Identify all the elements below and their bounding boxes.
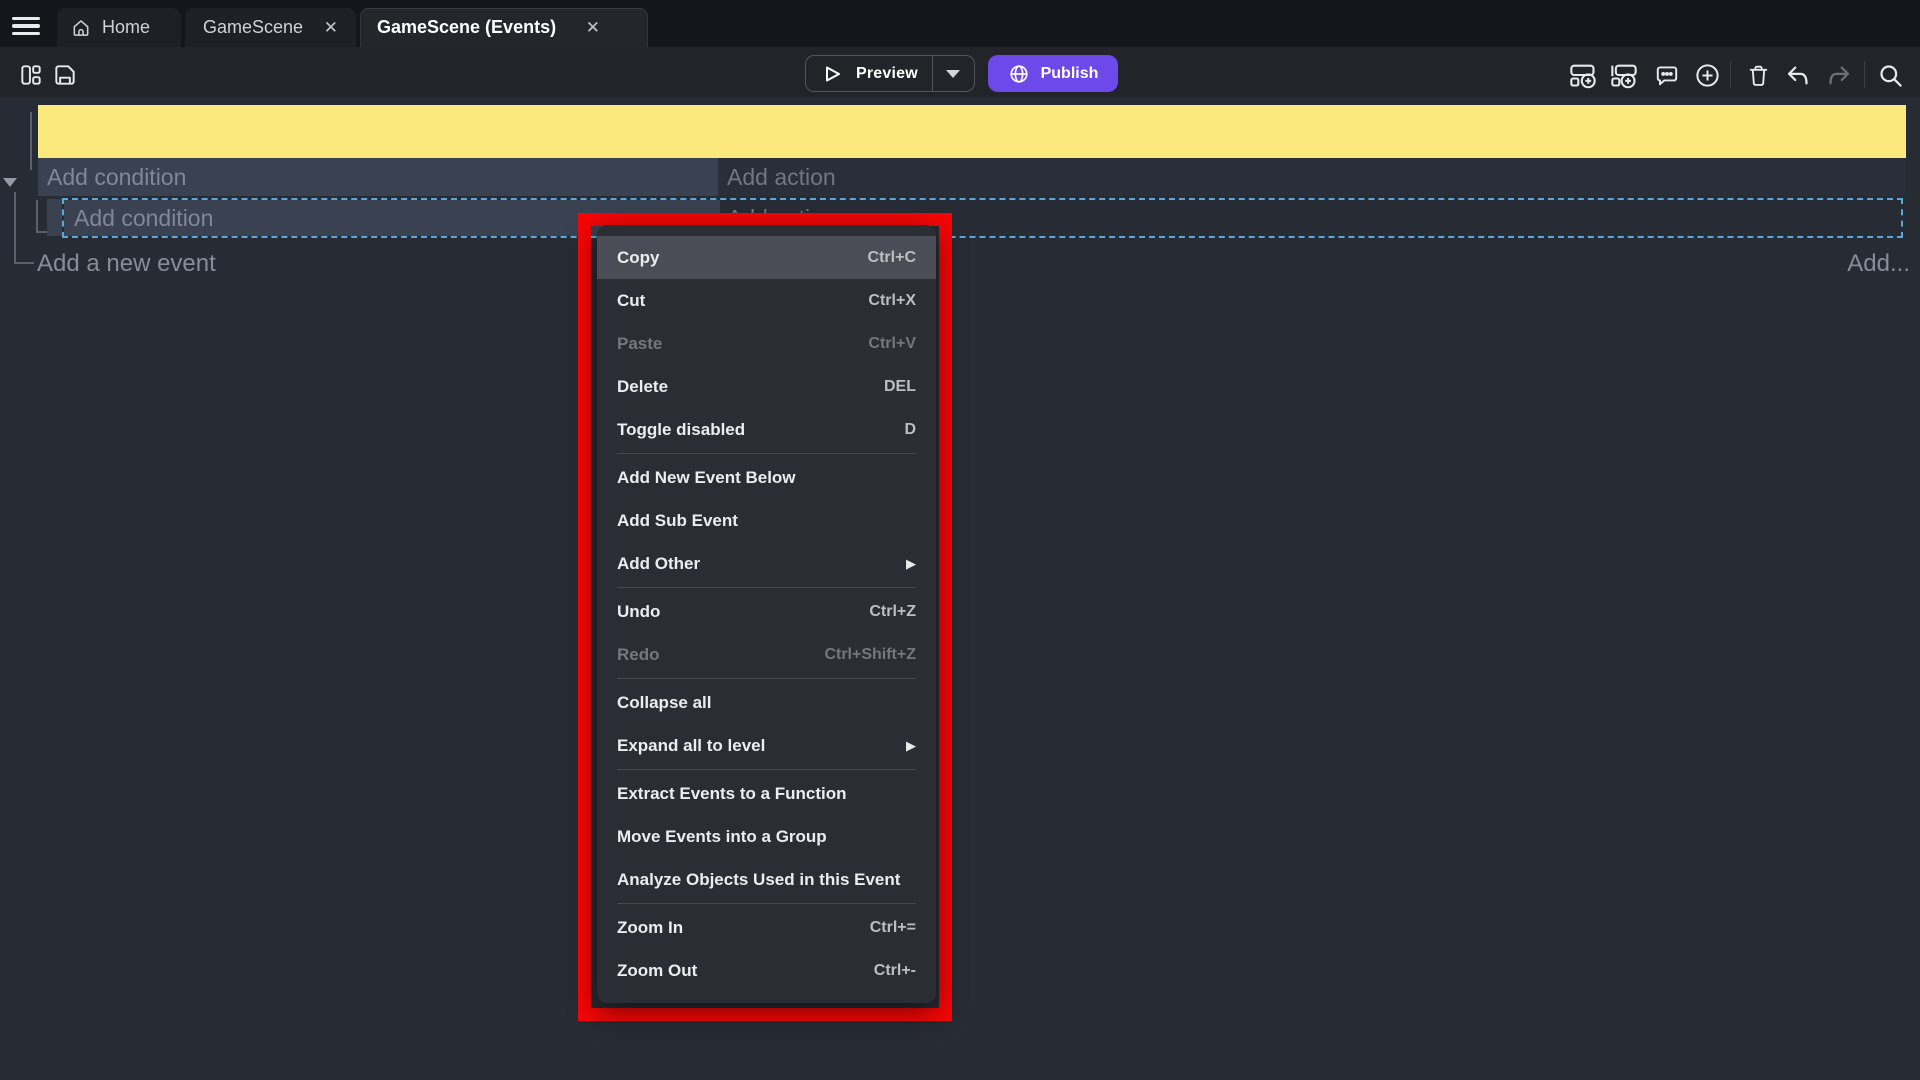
menu-item-shortcut: Ctrl+V: [868, 335, 916, 353]
play-icon: [820, 62, 844, 86]
menu-item-cut[interactable]: Cut Ctrl+X: [597, 279, 936, 322]
add-event-icon[interactable]: [1568, 60, 1598, 90]
add-condition-label: Add condition: [47, 164, 186, 191]
menu-item-shortcut: Ctrl+=: [870, 919, 916, 937]
tab-home[interactable]: Home: [57, 8, 181, 47]
tab-label: GameScene: [203, 17, 303, 38]
menu-separator: [617, 903, 916, 904]
layout-panel-icon[interactable]: [16, 60, 46, 90]
menu-separator: [617, 453, 916, 454]
event-tree-line: [14, 262, 34, 264]
tab-label: Home: [102, 17, 150, 38]
menu-item-shortcut: Ctrl+Z: [869, 603, 916, 621]
save-icon[interactable]: [50, 60, 80, 90]
menu-item-paste[interactable]: Paste Ctrl+V: [597, 322, 936, 365]
menu-separator: [617, 678, 916, 679]
preview-dropdown[interactable]: [932, 56, 974, 91]
menu-item-undo[interactable]: Undo Ctrl+Z: [597, 590, 936, 633]
add-circle-icon[interactable]: [1692, 60, 1722, 90]
menu-item-copy[interactable]: Copy Ctrl+C: [597, 236, 936, 279]
main-menu-icon[interactable]: [12, 12, 40, 36]
menu-item-add-new-event-below[interactable]: Add New Event Below: [597, 456, 936, 499]
chevron-down-icon: [946, 70, 960, 78]
preview-button[interactable]: Preview: [805, 55, 975, 92]
menu-item-zoom-out[interactable]: Zoom Out Ctrl+-: [597, 949, 936, 992]
context-menu: Copy Ctrl+C Cut Ctrl+X Paste Ctrl+V Delete DEL T…: [597, 225, 936, 1003]
add-action-label: Add action: [727, 164, 836, 191]
add-condition-link[interactable]: Add condition: [38, 158, 718, 196]
menu-item-zoom-in[interactable]: Zoom In Ctrl+=: [597, 906, 936, 949]
menu-item-label: Extract Events to a Function: [617, 784, 847, 804]
tab-bar: Home GameScene ✕ GameScene (Events) ✕: [0, 0, 1920, 47]
menu-item-label: Redo: [617, 645, 660, 665]
menu-item-expand-all-to-level[interactable]: Expand all to level ▶: [597, 724, 936, 767]
submenu-arrow-icon: ▶: [906, 556, 916, 572]
publish-button[interactable]: Publish: [988, 55, 1118, 92]
menu-item-label: Delete: [617, 377, 668, 397]
menu-item-redo[interactable]: Redo Ctrl+Shift+Z: [597, 633, 936, 676]
event-tree-line: [14, 192, 16, 264]
selected-sub-event-row[interactable]: Add condition Add action: [62, 198, 1903, 238]
menu-item-analyze-objects-used-in-this-event[interactable]: Analyze Objects Used in this Event: [597, 858, 936, 901]
comment-icon[interactable]: [1652, 60, 1682, 90]
collapse-event-icon[interactable]: [3, 178, 17, 187]
home-icon: [71, 18, 91, 38]
add-condition-label: Add condition: [74, 205, 213, 232]
menu-item-label: Zoom Out: [617, 961, 697, 981]
event-tree-line: [36, 200, 38, 233]
menu-item-shortcut: Ctrl+-: [874, 962, 916, 980]
menu-item-shortcut: D: [904, 421, 916, 439]
toolbar-divider: [1730, 61, 1731, 88]
menu-item-label: Collapse all: [617, 693, 711, 713]
publish-label: Publish: [1041, 65, 1099, 83]
menu-item-label: Toggle disabled: [617, 420, 745, 440]
search-icon[interactable]: [1875, 60, 1905, 90]
menu-item-move-events-into-a-group[interactable]: Move Events into a Group: [597, 815, 936, 858]
add-new-event-link[interactable]: Add a new event: [37, 250, 216, 278]
menu-item-shortcut: Ctrl+X: [868, 292, 916, 310]
menu-item-delete[interactable]: Delete DEL: [597, 365, 936, 408]
tab-label: GameScene (Events): [377, 17, 556, 38]
event-tree-line: [30, 112, 32, 170]
menu-item-shortcut: Ctrl+Shift+Z: [824, 646, 916, 664]
preview-label: Preview: [856, 65, 918, 83]
menu-item-extract-events-to-a-function[interactable]: Extract Events to a Function: [597, 772, 936, 815]
menu-item-label: Undo: [617, 602, 660, 622]
menu-item-label: Paste: [617, 334, 662, 354]
menu-item-shortcut: Ctrl+C: [868, 249, 916, 267]
menu-item-label: Copy: [617, 248, 660, 268]
add-action-link[interactable]: Add action: [718, 158, 1906, 196]
selected-event-row[interactable]: [38, 105, 1906, 158]
redo-icon[interactable]: [1824, 60, 1854, 90]
menu-separator: [617, 769, 916, 770]
menu-item-label: Move Events into a Group: [617, 827, 827, 847]
menu-item-label: Add Sub Event: [617, 511, 738, 531]
tab-gamescene[interactable]: GameScene ✕: [185, 8, 356, 47]
globe-icon: [1008, 63, 1030, 85]
events-editor: Add condition Add action Add condition A…: [0, 97, 1920, 1080]
menu-item-add-sub-event[interactable]: Add Sub Event: [597, 499, 936, 542]
add-more-link[interactable]: Add...: [1847, 250, 1910, 278]
close-icon[interactable]: ✕: [582, 16, 604, 40]
menu-item-label: Add New Event Below: [617, 468, 796, 488]
undo-icon[interactable]: [1782, 60, 1812, 90]
menu-item-collapse-all[interactable]: Collapse all: [597, 681, 936, 724]
menu-item-toggle-disabled[interactable]: Toggle disabled D: [597, 408, 936, 451]
menu-separator: [617, 587, 916, 588]
preview-main[interactable]: Preview: [806, 56, 932, 91]
toolbar-divider: [1864, 61, 1865, 88]
menu-item-label: Add Other: [617, 554, 700, 574]
menu-item-label: Zoom In: [617, 918, 683, 938]
submenu-arrow-icon: ▶: [906, 738, 916, 754]
menu-item-label: Cut: [617, 291, 645, 311]
menu-item-shortcut: DEL: [884, 378, 916, 396]
close-icon[interactable]: ✕: [320, 16, 342, 40]
sub-event-indent: [47, 199, 62, 236]
menu-item-label: Analyze Objects Used in this Event: [617, 870, 900, 890]
menu-item-add-other[interactable]: Add Other ▶: [597, 542, 936, 585]
tab-gamescene-events[interactable]: GameScene (Events) ✕: [360, 8, 648, 47]
trash-icon[interactable]: [1743, 60, 1773, 90]
add-subevent-icon[interactable]: [1609, 60, 1639, 90]
menu-item-label: Expand all to level: [617, 736, 765, 756]
